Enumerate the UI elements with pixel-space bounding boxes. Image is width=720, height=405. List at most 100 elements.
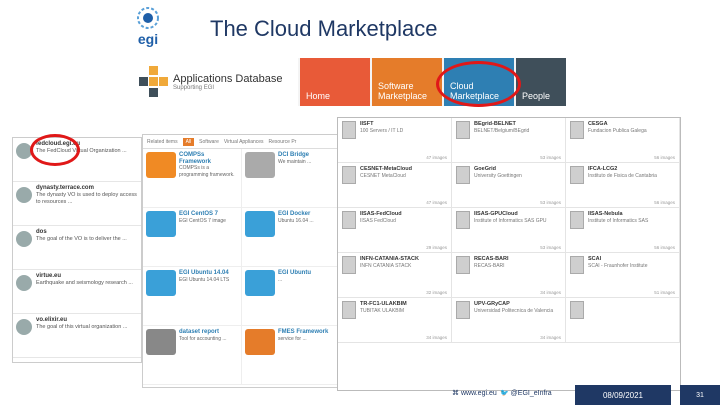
appdb-title: Applications Database xyxy=(173,73,283,85)
image-count: 29 images xyxy=(426,245,447,250)
table-row[interactable]: IISAS-Nebula Institute of Informatics SAS… xyxy=(566,208,680,253)
image-count: 56 images xyxy=(654,200,675,205)
list-item[interactable]: EGI Ubuntu 14.04 EGI Ubuntu 14.04 LTS xyxy=(143,267,242,326)
server-icon xyxy=(456,301,470,319)
table-row[interactable]: GoeGrid University Goettingen 53 images xyxy=(452,163,566,208)
provider-name: CESNET-MetaCloud xyxy=(360,166,412,172)
app-desc: COMPSs is a programming framework. xyxy=(179,165,235,178)
provider-name: IFCA-LCG2 xyxy=(588,166,618,172)
provider-name: IISFT xyxy=(360,121,374,127)
server-icon xyxy=(456,211,470,229)
logo-text: egi xyxy=(138,31,158,47)
list-item[interactable]: FMES Framework service for ... xyxy=(242,326,341,385)
vo-name: dos xyxy=(36,229,47,235)
server-icon xyxy=(570,166,584,184)
appdb-brand[interactable]: Applications Database Supporting EGI xyxy=(133,58,298,106)
provider-name: INFN-CATANIA-STACK xyxy=(360,256,419,262)
egi-logo: egi xyxy=(120,4,176,48)
table-row[interactable]: IISFT 100 Servers / IT LD 47 images xyxy=(338,118,452,163)
tab-all[interactable]: All xyxy=(182,137,195,146)
provider-desc: IISAS FedCloud xyxy=(360,218,396,224)
table-row[interactable]: IISAS-FedCloud IISAS FedCloud 29 images xyxy=(338,208,452,253)
vo-desc: The dynasty VO is used to deploy access … xyxy=(36,192,137,205)
list-item[interactable]: EGI Docker Ubuntu 16.04 ... xyxy=(242,208,341,267)
slide-footer: ⌘ www.egi.eu 🐦 @EGI_eInfra 08/09/2021 31 xyxy=(0,383,720,405)
table-row[interactable]: RECAS-BARI RECAS-BARI 34 images xyxy=(452,253,566,298)
vo-desc: The goal of this virtual organization ..… xyxy=(36,324,128,330)
image-count: 47 images xyxy=(426,155,447,160)
image-count: 56 images xyxy=(654,245,675,250)
vo-desc: The goal of the VO is to deliver the ... xyxy=(36,236,127,242)
tab-home[interactable]: Home xyxy=(300,58,370,106)
vo-icon xyxy=(16,275,32,291)
server-icon xyxy=(342,211,356,229)
tab-software[interactable]: Software xyxy=(199,139,219,145)
image-count: 53 images xyxy=(540,245,561,250)
provider-name: IISAS-GPUCloud xyxy=(474,211,518,217)
twitter-text: @EGI_eInfra xyxy=(510,390,552,397)
image-count: 56 images xyxy=(654,155,675,160)
app-icon xyxy=(245,329,275,355)
provider-name: IISAS-FedCloud xyxy=(360,211,402,217)
app-desc: EGI Ubuntu 14.04 LTS xyxy=(179,276,230,283)
provider-desc: University Goettingen xyxy=(474,173,522,179)
tab-resource-providers[interactable]: Resource Pr xyxy=(269,139,297,145)
table-row[interactable] xyxy=(566,298,680,343)
vo-list-panel: fedcloud.egi.eu The FedCloud Virtual Orga… xyxy=(12,137,142,363)
table-row[interactable]: BEgrid-BELNET BELNET/Belgium/BEgrid 53 ima… xyxy=(452,118,566,163)
list-item[interactable]: dataset report Tool for accounting ... xyxy=(143,326,242,385)
server-icon xyxy=(570,256,584,274)
vo-name: dynasty.terrace.com xyxy=(36,185,94,191)
provider-name: UPV-GRyCAP xyxy=(474,301,510,307)
provider-desc: RECAS-BARI xyxy=(474,263,505,269)
tab-virtual-appliances[interactable]: Virtual Appliances xyxy=(224,139,264,145)
table-row[interactable]: CESGA Fundacion Publica Galega 56 images xyxy=(566,118,680,163)
table-row[interactable]: IFCA-LCG2 Instituto de Fisica de Cantabri… xyxy=(566,163,680,208)
list-item[interactable]: virtue.eu Earthquake and seismology resea… xyxy=(13,270,141,314)
server-icon xyxy=(456,256,470,274)
table-row[interactable]: CESNET-MetaCloud CESNET MetaCloud 47 image… xyxy=(338,163,452,208)
footer-twitter[interactable]: 🐦 @EGI_eInfra xyxy=(500,389,552,397)
server-icon xyxy=(570,121,584,139)
list-item[interactable]: dynasty.terrace.com The dynasty VO is use… xyxy=(13,182,141,226)
provider-desc: Instituto de Fisica de Cantabria xyxy=(588,173,657,179)
server-icon xyxy=(570,301,584,319)
list-item[interactable]: EGI Ubuntu... xyxy=(242,267,341,326)
image-count: 53 images xyxy=(540,155,561,160)
vo-desc: Earthquake and seismology research ... xyxy=(36,280,133,286)
provider-name: BEgrid-BELNET xyxy=(474,121,516,127)
related-items-panel: Related items All Software Virtual Appli… xyxy=(142,134,342,388)
tab-people[interactable]: People xyxy=(516,58,566,106)
table-row[interactable]: UPV-GRyCAP Universidad Politecnica de Val… xyxy=(452,298,566,343)
appdb-cubes-icon xyxy=(139,66,169,98)
app-desc: EGI CentOS 7 image xyxy=(179,217,226,224)
tab-home-label: Home xyxy=(306,91,331,101)
image-count: 51 images xyxy=(654,290,675,295)
list-item[interactable]: DCI Bridge We maintain ... xyxy=(242,149,341,208)
tab-related-items[interactable]: Related items xyxy=(147,139,178,145)
table-row[interactable]: TR-FC1-ULAKBIM TUBITAK ULAKBIM 34 images xyxy=(338,298,452,343)
list-item[interactable]: dos The goal of the VO is to deliver the … xyxy=(13,226,141,270)
related-tabs: Related items All Software Virtual Appli… xyxy=(143,135,341,149)
list-item[interactable]: EGI CentOS 7 EGI CentOS 7 image xyxy=(143,208,242,267)
provider-desc: Institute of Informatics SAS GPU xyxy=(474,218,547,224)
list-item[interactable]: COMPSs Framework COMPSs is a programming … xyxy=(143,149,242,208)
list-item[interactable]: vo.elixir.eu The goal of this virtual org… xyxy=(13,314,141,358)
server-icon xyxy=(456,121,470,139)
highlight-circle xyxy=(30,134,80,166)
table-row[interactable]: IISAS-GPUCloud Institute of Informatics S… xyxy=(452,208,566,253)
image-count: 34 images xyxy=(540,335,561,340)
slide-title: The Cloud Marketplace xyxy=(210,16,438,41)
app-name: COMPSs Framework xyxy=(179,152,212,165)
app-icon xyxy=(146,270,176,296)
footer-website[interactable]: ⌘ www.egi.eu xyxy=(452,389,497,397)
app-icon xyxy=(146,329,176,355)
related-grid: COMPSs Framework COMPSs is a programming … xyxy=(143,149,341,385)
table-row[interactable]: SCAI SCAI - Fraunhofer Institute 51 images xyxy=(566,253,680,298)
server-icon xyxy=(342,166,356,184)
provider-name: IISAS-Nebula xyxy=(588,211,623,217)
table-row[interactable]: INFN-CATANIA-STACK INFN CATANIA STACK 32 i… xyxy=(338,253,452,298)
app-icon xyxy=(245,152,275,178)
tab-software-marketplace[interactable]: Software Marketplace xyxy=(372,58,442,106)
website-text: www.egi.eu xyxy=(460,390,497,397)
